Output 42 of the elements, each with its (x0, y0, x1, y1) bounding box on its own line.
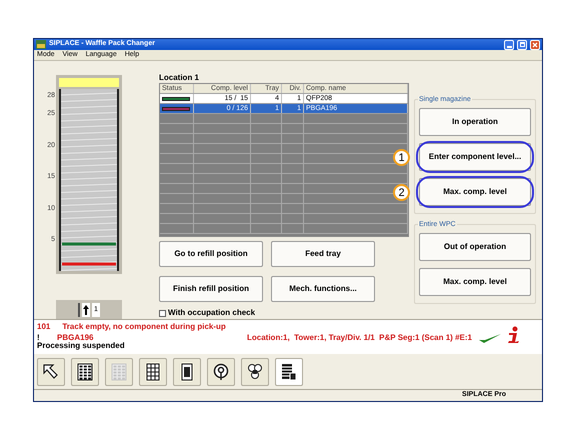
nozzle-icon (212, 362, 230, 381)
toolbar-button[interactable] (173, 358, 201, 386)
component-name: PBGA196 (57, 333, 94, 342)
action-button[interactable]: Mech. functions... (271, 276, 375, 302)
minimize-button[interactable] (504, 40, 514, 50)
action-button[interactable]: Finish refill position (159, 276, 263, 302)
toolbar-button[interactable] (207, 358, 235, 386)
list-icon (281, 362, 297, 381)
grid-icon (77, 362, 93, 381)
action-button[interactable]: Go to refill position (159, 241, 263, 268)
message-code: 101 (37, 322, 50, 332)
panel-button[interactable]: Out of operation (419, 233, 531, 262)
panel-button[interactable]: Enter component level... (419, 143, 531, 172)
checkbox[interactable] (159, 310, 166, 317)
grid-icon (146, 362, 160, 381)
checkbox-label: With occupation check (168, 307, 256, 320)
close-button[interactable] (530, 40, 540, 50)
toolbar-button[interactable] (71, 358, 99, 386)
location-title: Location 1 (159, 73, 200, 84)
processing-status: Processing suspended (37, 341, 126, 352)
occupation-checkbox[interactable]: With occupation check (159, 307, 410, 320)
grid-icon (111, 362, 127, 381)
maximize-button[interactable] (517, 40, 527, 50)
panel-button[interactable]: Max. comp. level (419, 178, 531, 206)
toolbar-button[interactable] (37, 358, 65, 386)
tray-icon (181, 362, 193, 381)
action-button[interactable]: Feed tray (271, 241, 375, 268)
panel-button[interactable]: Max. comp. level (419, 268, 531, 296)
message-icon: ! (37, 333, 57, 344)
panel-button[interactable]: In operation (419, 108, 531, 136)
info-icon (506, 326, 520, 344)
pointer-icon (42, 362, 60, 381)
toolbar-button[interactable] (139, 358, 167, 386)
toolbar-button[interactable] (241, 358, 269, 386)
toolbar-button[interactable] (275, 358, 303, 386)
recycle-icon (246, 362, 264, 381)
check-icon (478, 332, 502, 344)
location-info: Location:1, Tower:1, Tray/Div. 1/1 P&P Seg:1 (Scan 1) #E:1 (247, 333, 472, 344)
message-text: Track empty, no component during pick-up (62, 322, 226, 332)
up-arrow-icon (82, 302, 90, 317)
magazine-header-slot (59, 78, 119, 88)
app-icon (36, 40, 46, 50)
